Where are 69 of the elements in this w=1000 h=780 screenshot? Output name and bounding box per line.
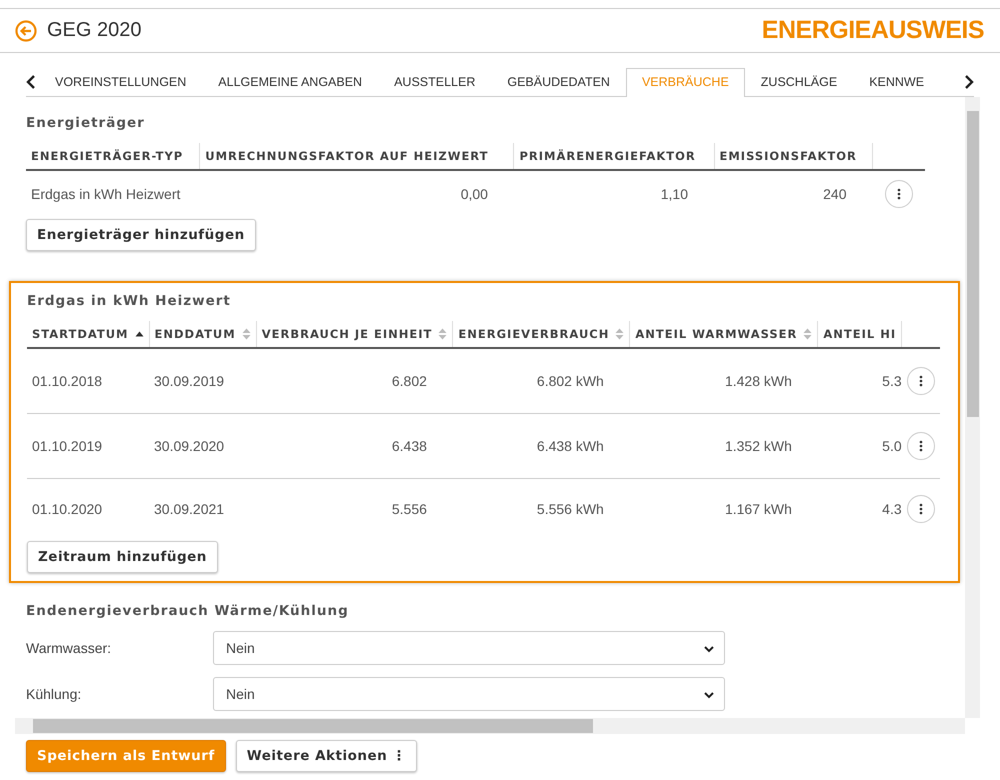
table-cell: 5.556 — [256, 478, 453, 539]
column-header: EMISSIONSFAKTOR — [714, 143, 872, 170]
chevron-left-icon[interactable] — [26, 75, 36, 89]
column-header[interactable]: STARTDATUM — [32, 327, 128, 341]
row-menu-button[interactable] — [906, 367, 935, 395]
table-cell: 0,00 — [200, 170, 514, 217]
page-title: GEG 2020 — [47, 19, 142, 42]
table-cell: 6.802 kWh — [452, 348, 630, 414]
tab[interactable]: ALLGEMEINE ANGABEN — [202, 68, 378, 96]
table-cell: Erdgas in kWh Heizwert — [26, 170, 200, 217]
table-cell: 01.10.2018 — [27, 348, 149, 414]
column-header[interactable]: ENERGIEVERBRAUCH — [458, 327, 610, 341]
vertical-dots-icon — [918, 440, 923, 452]
add-energy-carrier-button[interactable]: Energieträger hinzufügen — [26, 219, 256, 251]
section-title: Energieträger — [26, 115, 146, 131]
vertical-scrollbar[interactable] — [965, 97, 980, 718]
chevron-down-icon — [704, 646, 714, 653]
tab[interactable]: VOREINSTELLUNGEN — [36, 68, 202, 96]
sort-icon[interactable] — [615, 328, 624, 340]
tab[interactable]: GEBÄUDEDATEN — [491, 68, 626, 96]
column-header[interactable]: ANTEIL HI — [823, 327, 896, 341]
table-cell: 30.09.2020 — [149, 414, 256, 478]
vertical-dots-icon — [896, 188, 901, 200]
table-cell: 4.3 — [818, 478, 902, 539]
table-cell: 1.167 kWh — [630, 478, 818, 539]
table-cell: 6.802 — [256, 348, 453, 414]
column-header[interactable]: VERBRAUCH JE EINHEIT — [262, 327, 432, 341]
table-cell: 6.438 — [256, 414, 453, 478]
table-cell: 5.0 — [818, 414, 902, 478]
vertical-dots-icon — [918, 503, 923, 515]
column-header: PRIMÄRENERGIEFAKTOR — [514, 143, 714, 170]
table-cell: 01.10.2019 — [27, 414, 149, 478]
table-cell: 1.352 kWh — [630, 414, 818, 478]
add-period-button[interactable]: Zeitraum hinzufügen — [27, 541, 218, 573]
table-cell: 240 — [714, 170, 872, 217]
tab[interactable]: KENNWE — [853, 68, 940, 96]
section-title: Endenergieverbrauch Wärme/Kühlung — [26, 603, 350, 619]
table-cell: 5.3 — [818, 348, 902, 414]
sort-ascending-icon[interactable] — [134, 331, 144, 337]
table-cell: 6.438 kWh — [452, 414, 630, 478]
table-cell: 01.10.2020 — [27, 478, 149, 539]
section-title: Erdgas in kWh Heizwert — [27, 293, 232, 309]
horizontal-scrollbar[interactable] — [15, 718, 965, 734]
chevron-down-icon — [704, 692, 714, 699]
table-cell: 30.09.2019 — [149, 348, 256, 414]
more-actions-button[interactable]: Weitere Aktionen ⋮ — [236, 740, 418, 772]
column-header[interactable]: ANTEIL WARMWASSER — [635, 327, 798, 341]
row-menu-button[interactable] — [906, 495, 935, 523]
field-label: Kühlung: — [26, 686, 82, 702]
tab[interactable]: AUSSTELLER — [378, 68, 492, 96]
column-header[interactable]: ENDDATUM — [154, 327, 236, 341]
field-label: Warmwasser: — [26, 640, 112, 656]
row-menu-button[interactable] — [884, 180, 913, 208]
chevron-right-icon[interactable] — [964, 75, 974, 89]
sort-icon[interactable] — [438, 328, 448, 340]
sort-icon[interactable] — [242, 328, 251, 340]
table-cell: 30.09.2021 — [149, 478, 256, 539]
row-menu-button[interactable] — [906, 432, 935, 460]
dropdown-field[interactable]: Nein — [213, 631, 725, 665]
column-header: ENERGIETRÄGER-TYP — [26, 143, 200, 170]
vertical-dots-icon — [918, 375, 923, 387]
brand-logo-text: ENERGIEAUSWEIS — [762, 16, 984, 45]
tab[interactable]: ZUSCHLÄGE — [744, 68, 854, 96]
table-cell: 1,10 — [514, 170, 714, 217]
sort-icon[interactable] — [803, 328, 812, 340]
table-cell: 1.428 kWh — [630, 348, 818, 414]
table-cell: 5.556 kWh — [452, 478, 630, 539]
dropdown-field[interactable]: Nein — [213, 677, 725, 711]
column-header: UMRECHNUNGSFAKTOR AUF HEIZWERT — [200, 143, 514, 170]
